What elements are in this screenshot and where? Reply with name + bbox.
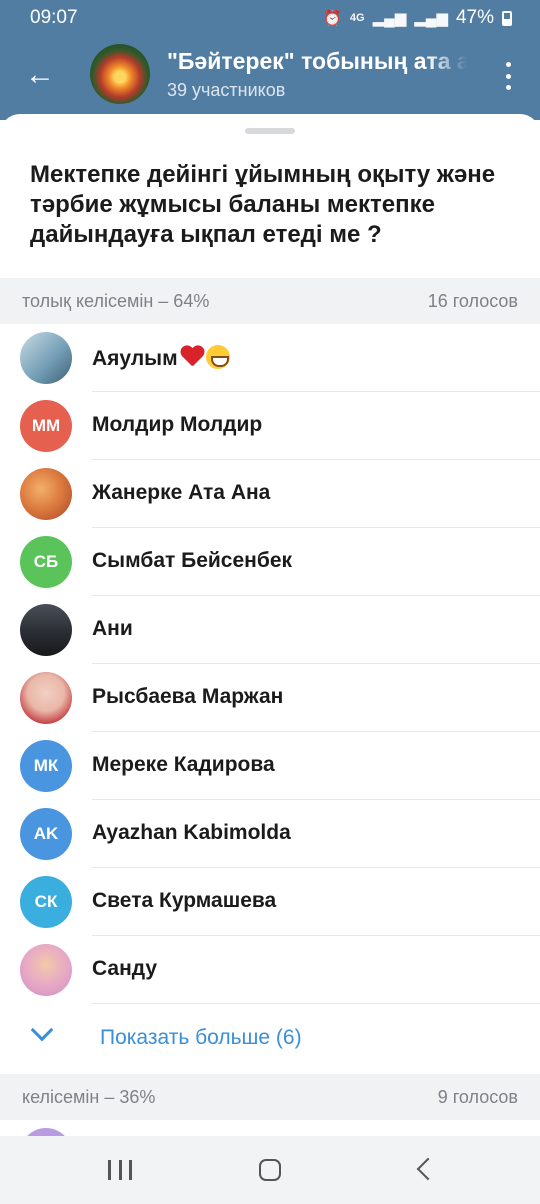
avatar: [20, 1128, 72, 1136]
show-more-label: Показать больше (6): [100, 1026, 302, 1049]
voter-row[interactable]: Жанерке Ата Ана: [0, 460, 540, 528]
chat-title[interactable]: "Бәйтерек" тобының ата а: [167, 48, 467, 75]
status-icons: ⏰ 4G ▂▄▆ ▂▄▆ 47%: [323, 7, 512, 29]
home-icon[interactable]: [259, 1159, 281, 1181]
voter-name: Аяулым: [92, 345, 230, 371]
voter-name: Света Курмашева: [92, 889, 277, 912]
avatar: [20, 604, 72, 656]
voter-name: Ayazhan Kabimolda: [92, 821, 291, 844]
avatar: ММ: [20, 400, 72, 452]
voter-row[interactable]: ММ Молдир Молдир: [0, 392, 540, 460]
drag-handle[interactable]: [245, 128, 295, 134]
voter-row[interactable]: СК Света Курмашева: [0, 868, 540, 936]
show-more-button[interactable]: Показать больше (6): [0, 1004, 540, 1072]
poll-option-label: толық келісемін – 64%: [22, 291, 210, 311]
alarm-icon: ⏰: [323, 10, 342, 27]
voter-name: Сымбат Бейсенбек: [92, 549, 293, 572]
signal-icon-2: ▂▄▆: [414, 10, 448, 27]
voter-name: Рысбаева Маржан: [92, 685, 284, 708]
avatar: [20, 332, 72, 384]
more-options-icon[interactable]: [498, 58, 518, 94]
grin-emoji-icon: [205, 345, 230, 369]
battery-level: 47%: [455, 7, 494, 28]
heart-emoji-icon: [180, 346, 204, 368]
voter-row[interactable]: Аяулым: [0, 324, 540, 392]
system-navigation-bar: [0, 1136, 540, 1204]
voter-row[interactable]: СБ Сымбат Бейсенбек: [0, 528, 540, 596]
battery-icon: [502, 10, 512, 26]
avatar: СК: [20, 876, 72, 928]
voter-name: Ани: [92, 617, 133, 640]
voter-name: Мереке Кадирова: [92, 753, 275, 776]
back-arrow-icon[interactable]: ←: [20, 55, 60, 95]
voter-row[interactable]: AK Ayazhan Kabimolda: [0, 800, 540, 868]
voter-row[interactable]: Санду: [0, 936, 540, 1004]
signal-icon: ▂▄▆: [372, 10, 407, 27]
app-header: 09:07 ⏰ 4G ▂▄▆ ▂▄▆ 47% ← "Бәйтерек" тобы…: [0, 0, 540, 120]
voter-name: Жанерке Ата Ана: [92, 481, 271, 504]
voter-row[interactable]: Ани: [0, 596, 540, 664]
poll-option-votes: 16 голосов: [427, 291, 518, 311]
voter-name: Санду: [92, 957, 158, 980]
chevron-down-icon: [30, 1018, 54, 1042]
voter-name: Молдир Молдир: [92, 413, 263, 436]
voter-row[interactable]: МК Мереке Кадирова: [0, 732, 540, 800]
avatar: [20, 468, 72, 520]
poll-option-header: толық келісемін – 64% 16 голосов: [0, 278, 540, 324]
group-avatar[interactable]: [90, 44, 150, 104]
avatar: [20, 944, 72, 996]
avatar: [20, 672, 72, 724]
network-type-icon: 4G: [349, 12, 365, 24]
poll-option-votes: 9 голосов: [437, 1087, 518, 1107]
poll-results-sheet: Мектепке дейінгі ұйымның оқыту және тәрб…: [0, 114, 540, 1136]
chat-member-count: 39 участников: [167, 80, 286, 100]
avatar: СБ: [20, 536, 72, 588]
avatar: AK: [20, 808, 72, 860]
back-nav-icon[interactable]: [416, 1157, 440, 1181]
avatar: МК: [20, 740, 72, 792]
status-bar: 09:07 ⏰ 4G ▂▄▆ ▂▄▆ 47%: [0, 0, 540, 34]
voter-row[interactable]: Рысбаева Маржан: [0, 664, 540, 732]
poll-option-label: келісемін – 36%: [22, 1087, 156, 1107]
poll-option-header: келісемін – 36% 9 голосов: [0, 1074, 540, 1120]
status-time: 09:07: [30, 7, 78, 28]
recent-apps-icon[interactable]: [108, 1160, 132, 1180]
poll-question: Мектепке дейінгі ұйымның оқыту және тәрб…: [30, 161, 496, 248]
